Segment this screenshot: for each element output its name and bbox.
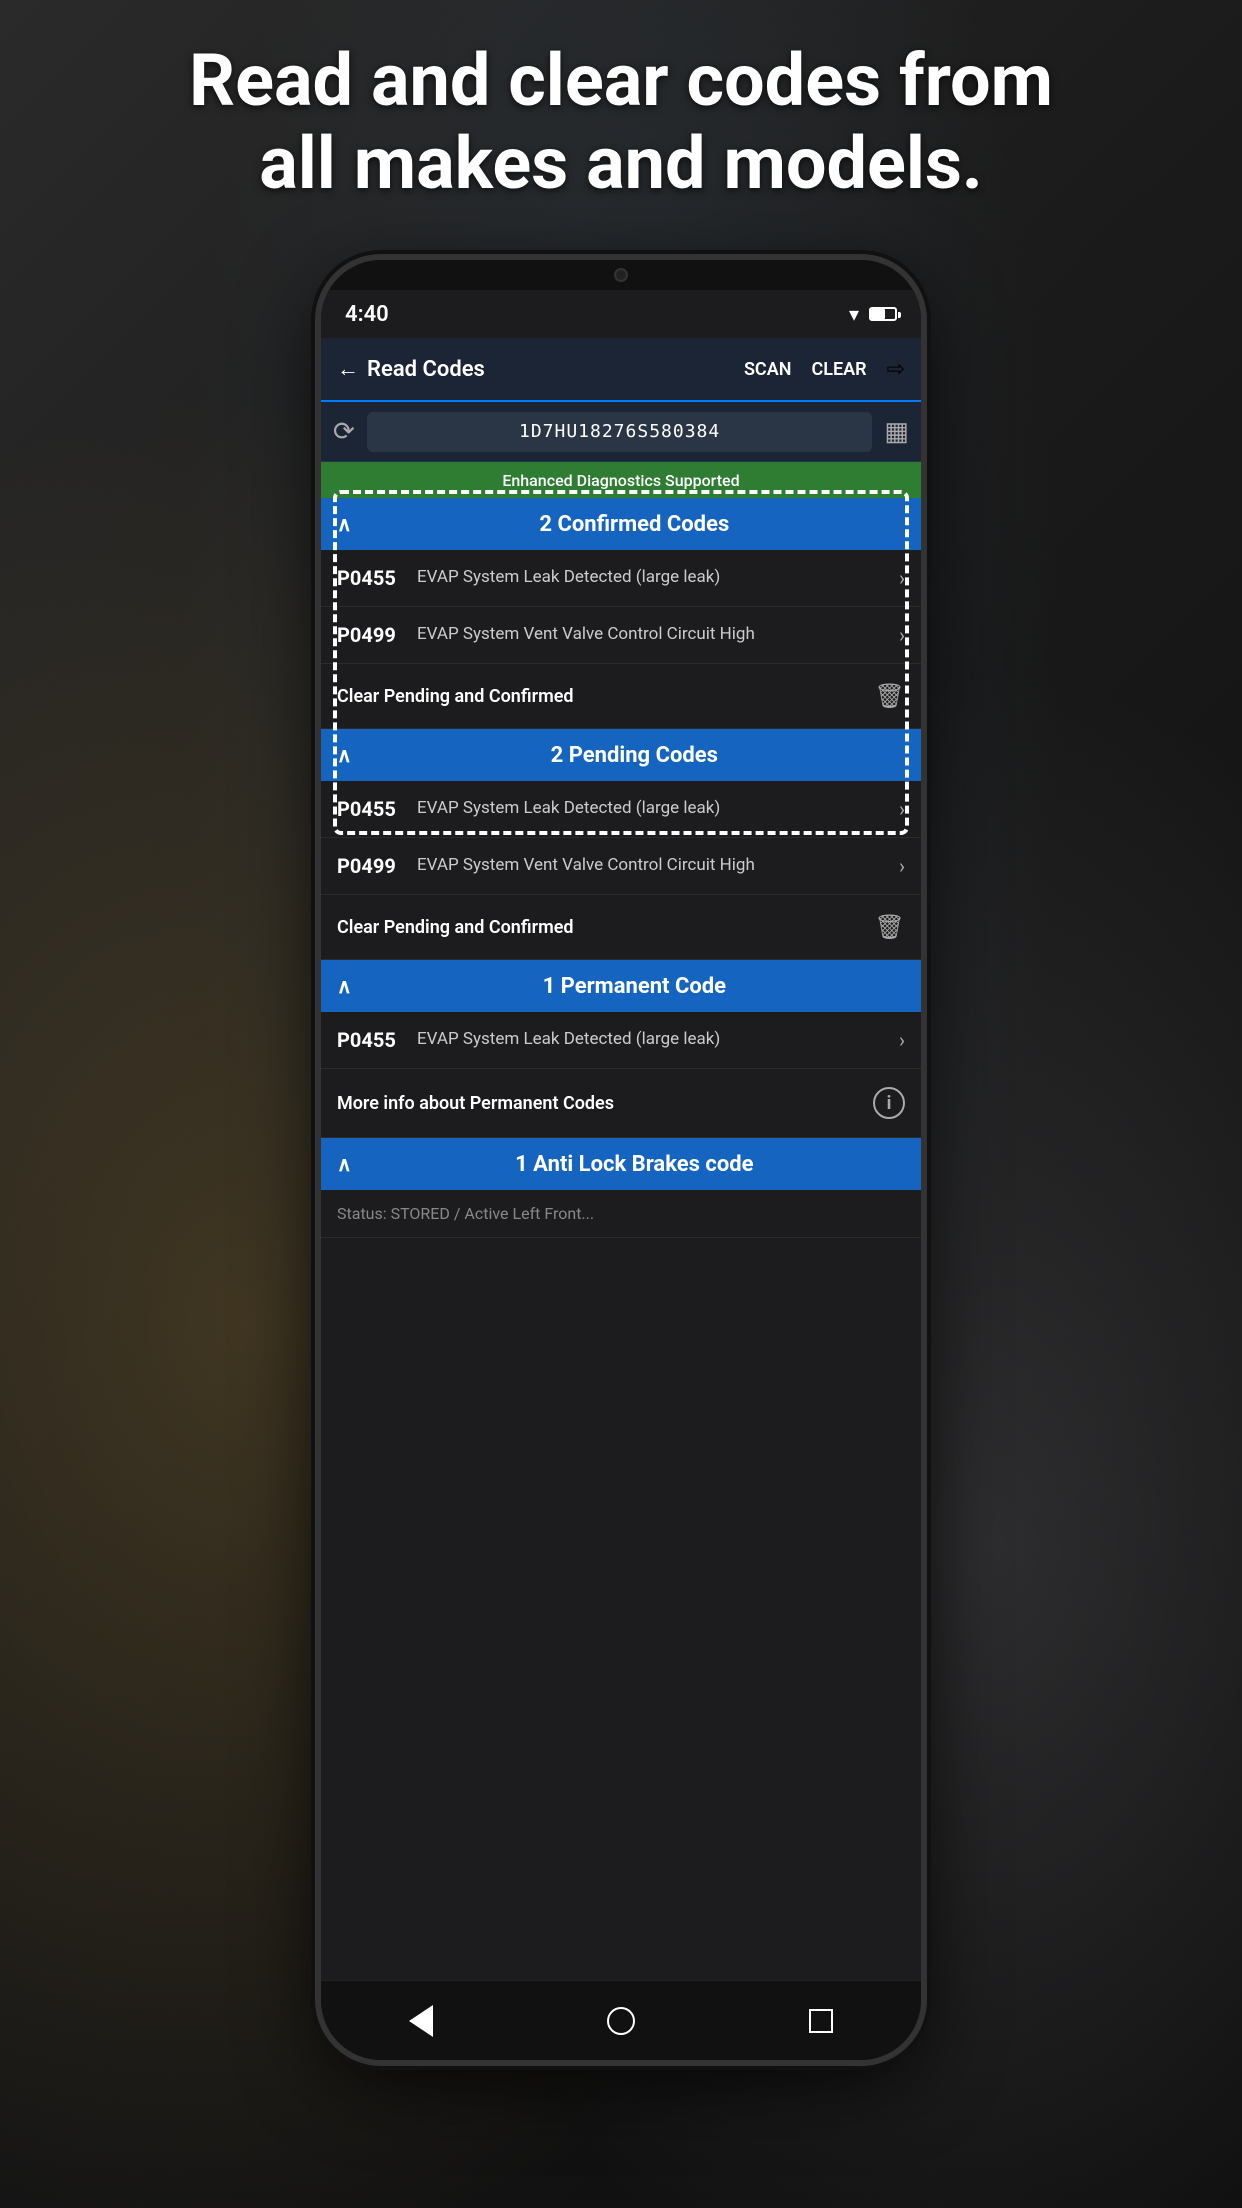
abs-chevron-icon: ∧ xyxy=(337,1152,352,1176)
pending-codes-title: 2 Pending Codes xyxy=(364,743,905,768)
enhanced-text: Enhanced Diagnostics Supported xyxy=(502,471,739,490)
trash-pending-icon[interactable]: 🗑 xyxy=(875,913,905,941)
confirmed-chevron-icon: ∧ xyxy=(337,512,352,536)
phone-navigation xyxy=(321,1980,921,2060)
phone-top-bar xyxy=(321,260,921,290)
abs-code-header[interactable]: ∧ 1 Anti Lock Brakes code xyxy=(321,1138,921,1190)
nav-back-button[interactable] xyxy=(396,1996,446,2046)
share-icon[interactable]: ⇨ xyxy=(887,357,905,382)
clear-pending-row[interactable]: Clear Pending and Confirmed 🗑 xyxy=(321,895,921,960)
status-time: 4:40 xyxy=(345,302,389,327)
scan-button[interactable]: SCAN xyxy=(744,359,792,380)
back-arrow-icon: ← xyxy=(337,356,359,382)
pending-chevron-icon: ∧ xyxy=(337,743,352,767)
code-desc-p0455-confirmed: EVAP System Leak Detected (large leak) xyxy=(417,566,891,590)
confirmed-codes-header[interactable]: ∧ 2 Confirmed Codes xyxy=(321,498,921,550)
confirmed-codes-title: 2 Confirmed Codes xyxy=(364,512,905,537)
header-title: Read Codes xyxy=(367,357,485,382)
code-id-p0499-pending: P0499 xyxy=(337,854,417,878)
clear-button[interactable]: CLEAR xyxy=(811,359,866,380)
permanent-chevron-icon: ∧ xyxy=(337,974,352,998)
content-area[interactable]: Enhanced Diagnostics Supported ∧ 2 Confi… xyxy=(321,462,921,1980)
confirmed-code-row-2[interactable]: P0499 EVAP System Vent Valve Control Cir… xyxy=(321,607,921,664)
home-circle-icon xyxy=(607,2007,635,2035)
code-desc-p0499-pending: EVAP System Vent Valve Control Circuit H… xyxy=(417,854,891,878)
clear-pending-label: Clear Pending and Confirmed xyxy=(337,917,574,938)
code-desc-p0499-confirmed: EVAP System Vent Valve Control Circuit H… xyxy=(417,623,891,647)
clear-confirmed-row[interactable]: Clear Pending and Confirmed 🗑 xyxy=(321,664,921,729)
wifi-icon: ▾ xyxy=(849,302,859,326)
info-circle-icon[interactable]: i xyxy=(873,1087,905,1119)
code-chevron-p0499-pending: › xyxy=(899,854,905,878)
confirmed-code-row-1[interactable]: P0455 EVAP System Leak Detected (large l… xyxy=(321,550,921,607)
history-icon[interactable]: ⟳ xyxy=(333,417,355,447)
permanent-code-title: 1 Permanent Code xyxy=(364,974,905,999)
headline-line1: Read and clear codes from xyxy=(60,40,1182,123)
app-header: ← Read Codes SCAN CLEAR ⇨ xyxy=(321,338,921,402)
permanent-info-label: More info about Permanent Codes xyxy=(337,1093,614,1114)
pending-code-row-1[interactable]: P0455 EVAP System Leak Detected (large l… xyxy=(321,781,921,838)
back-button[interactable]: ← Read Codes xyxy=(337,356,744,382)
vin-bar: ⟳ 1D7HU18276S580384 ▦ xyxy=(321,402,921,462)
abs-partial-row: Status: STORED / Active Left Front... xyxy=(321,1190,921,1238)
battery-fill xyxy=(871,309,885,319)
enhanced-diagnostics-banner: Enhanced Diagnostics Supported xyxy=(321,462,921,498)
phone-camera xyxy=(614,268,628,282)
headline-line2: all makes and models. xyxy=(60,123,1182,206)
barcode-icon[interactable]: ▦ xyxy=(884,417,909,447)
recents-square-icon xyxy=(809,2009,833,2033)
trash-confirmed-icon[interactable]: 🗑 xyxy=(875,682,905,710)
back-triangle-icon xyxy=(409,2005,433,2037)
code-id-p0455-permanent: P0455 xyxy=(337,1028,417,1052)
code-chevron-p0455-pending: › xyxy=(899,797,905,821)
battery-icon xyxy=(869,307,897,321)
code-chevron-p0499-confirmed: › xyxy=(899,623,905,647)
headline: Read and clear codes from all makes and … xyxy=(0,40,1242,206)
permanent-code-header[interactable]: ∧ 1 Permanent Code xyxy=(321,960,921,1012)
nav-recents-button[interactable] xyxy=(796,1996,846,2046)
abs-partial-text: Status: STORED / Active Left Front... xyxy=(337,1204,594,1223)
code-desc-p0455-permanent: EVAP System Leak Detected (large leak) xyxy=(417,1028,891,1052)
code-desc-p0455-pending: EVAP System Leak Detected (large leak) xyxy=(417,797,891,821)
clear-confirmed-label: Clear Pending and Confirmed xyxy=(337,686,574,707)
code-chevron-p0455-confirmed: › xyxy=(899,566,905,590)
code-id-p0455-confirmed: P0455 xyxy=(337,566,417,590)
phone-screen: 4:40 ▾ ← Read Codes SCAN CLEAR ⇨ ⟳ xyxy=(321,290,921,1980)
code-chevron-p0455-permanent: › xyxy=(899,1028,905,1052)
pending-codes-header[interactable]: ∧ 2 Pending Codes xyxy=(321,729,921,781)
header-actions: SCAN CLEAR ⇨ xyxy=(744,357,905,382)
status-icons: ▾ xyxy=(849,302,897,326)
permanent-info-row[interactable]: More info about Permanent Codes i xyxy=(321,1069,921,1138)
vin-field[interactable]: 1D7HU18276S580384 xyxy=(367,412,873,452)
nav-home-button[interactable] xyxy=(596,1996,646,2046)
code-id-p0499-confirmed: P0499 xyxy=(337,623,417,647)
permanent-code-row-1[interactable]: P0455 EVAP System Leak Detected (large l… xyxy=(321,1012,921,1069)
code-id-p0455-pending: P0455 xyxy=(337,797,417,821)
status-bar: 4:40 ▾ xyxy=(321,290,921,338)
pending-code-row-2[interactable]: P0499 EVAP System Vent Valve Control Cir… xyxy=(321,838,921,895)
vin-number: 1D7HU18276S580384 xyxy=(519,421,720,442)
abs-code-title: 1 Anti Lock Brakes code xyxy=(364,1152,905,1177)
phone-frame: 4:40 ▾ ← Read Codes SCAN CLEAR ⇨ ⟳ xyxy=(321,260,921,2060)
